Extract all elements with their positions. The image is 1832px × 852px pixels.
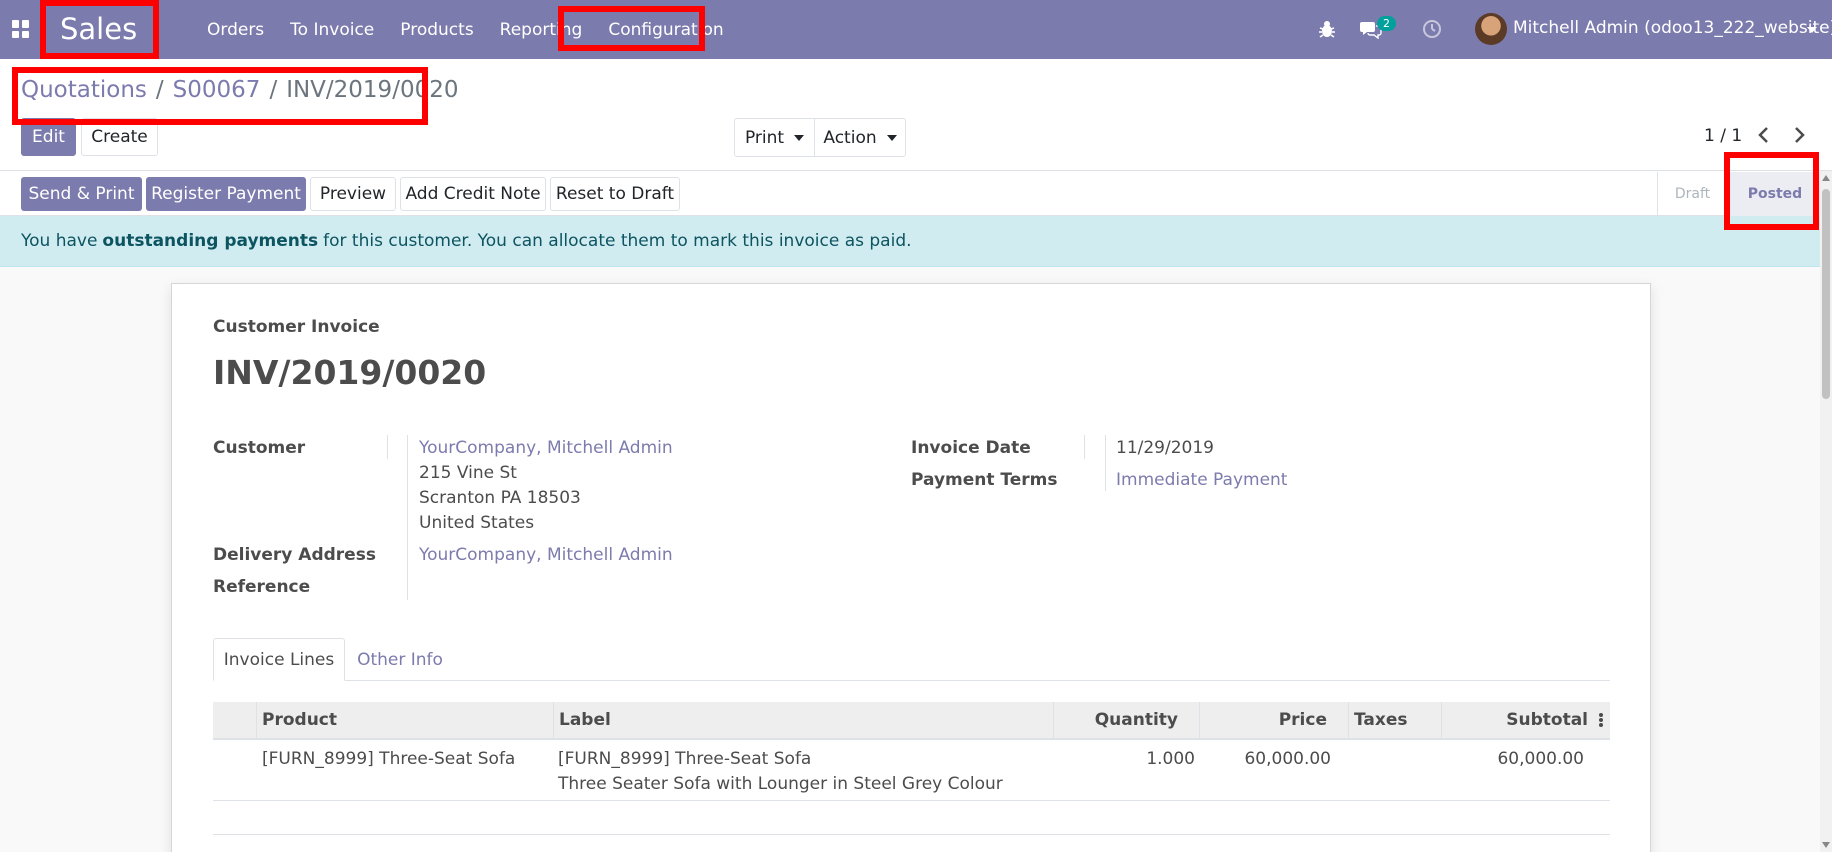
highlight-box-breadcrumb (12, 67, 428, 125)
menu-to-invoice[interactable]: To Invoice (290, 20, 374, 40)
column-separator (256, 702, 257, 738)
customer-link[interactable]: YourCompany, Mitchell Admin (419, 438, 673, 458)
line-label[interactable]: [FURN_8999] Three-Seat Sofa (558, 749, 811, 769)
highlight-box-posted-status (1724, 152, 1819, 230)
customer-address-line: 215 Vine St (419, 463, 517, 483)
delivery-address-link[interactable]: YourCompany, Mitchell Admin (419, 545, 673, 565)
scroll-up-arrow-icon[interactable] (1822, 175, 1830, 181)
field-separator (407, 435, 408, 600)
menu-orders[interactable]: Orders (207, 20, 264, 40)
activity-clock-icon[interactable] (1422, 19, 1442, 39)
field-separator (387, 435, 388, 459)
line-quantity[interactable]: 1.000 (1053, 749, 1195, 769)
column-header-price[interactable]: Price (1199, 702, 1327, 738)
customer-label: Customer (213, 438, 306, 458)
row-divider (213, 834, 1610, 835)
invoice-date-value[interactable]: 11/29/2019 (1116, 438, 1214, 458)
highlight-box-configuration (558, 6, 705, 51)
user-menu-caret-icon[interactable] (1807, 27, 1817, 33)
page-scrollbar[interactable] (1820, 171, 1832, 852)
apps-menu-icon[interactable] (12, 20, 30, 38)
payment-terms-label: Payment Terms (911, 470, 1058, 490)
column-header-label[interactable]: Label (559, 702, 611, 738)
print-label: Print (744, 127, 785, 148)
row-divider (213, 800, 1610, 801)
column-header-taxes[interactable]: Taxes (1354, 702, 1408, 738)
register-payment-button[interactable]: Register Payment (146, 177, 306, 211)
column-header-product[interactable]: Product (262, 702, 337, 738)
column-separator (553, 702, 554, 738)
alert-prefix: You have (21, 231, 98, 251)
field-separator (1105, 435, 1106, 491)
pager-value[interactable]: 1 / 1 (1704, 126, 1742, 146)
alert-suffix: for this customer. You can allocate them… (323, 231, 912, 251)
add-credit-note-button[interactable]: Add Credit Note (400, 177, 546, 211)
column-header-quantity[interactable]: Quantity (1053, 702, 1178, 738)
field-separator (1084, 435, 1085, 459)
line-subtotal[interactable]: 60,000.00 (1441, 749, 1584, 769)
menu-products[interactable]: Products (400, 20, 473, 40)
invoice-number-title: INV/2019/0020 (213, 353, 487, 392)
action-label: Action (823, 127, 877, 148)
payment-terms-link[interactable]: Immediate Payment (1116, 470, 1287, 490)
customer-address-line: Scranton PA 18503 (419, 488, 581, 508)
preview-button[interactable]: Preview (310, 177, 396, 211)
top-navbar: Sales Orders To Invoice Products Reporti… (0, 0, 1832, 59)
highlight-box-app-name (40, 0, 159, 59)
line-label-note[interactable]: Three Seater Sofa with Lounger in Steel … (558, 774, 1003, 794)
outstanding-payments-alert: You have outstanding payments for this c… (0, 216, 1820, 267)
invoice-form-sheet: Customer Invoice INV/2019/0020 Customer … (171, 283, 1651, 852)
send-print-button[interactable]: Send & Print (21, 177, 142, 211)
print-dropdown-button[interactable]: Print (734, 118, 815, 157)
user-menu-name[interactable]: Mitchell Admin (odoo13_222_website) (1513, 18, 1832, 38)
line-price[interactable]: 60,000.00 (1199, 749, 1331, 769)
invoice-type-label: Customer Invoice (213, 317, 380, 337)
optional-columns-kebab-icon[interactable] (1599, 713, 1603, 727)
scroll-down-arrow-icon[interactable] (1822, 842, 1830, 848)
status-stage-draft[interactable]: Draft (1657, 172, 1727, 216)
debug-bug-icon[interactable] (1318, 19, 1336, 39)
pager-next-icon[interactable] (1789, 125, 1809, 145)
invoice-date-label: Invoice Date (911, 438, 1031, 458)
tab-other-info[interactable]: Other Info (345, 638, 455, 681)
chat-count-badge: 2 (1377, 16, 1396, 31)
column-separator (1348, 702, 1349, 738)
user-avatar[interactable] (1475, 13, 1507, 45)
line-product[interactable]: [FURN_8999] Three-Seat Sofa (262, 749, 515, 769)
scrollbar-thumb[interactable] (1822, 189, 1830, 399)
reset-to-draft-button[interactable]: Reset to Draft (550, 177, 680, 211)
tab-invoice-lines[interactable]: Invoice Lines (213, 638, 345, 681)
print-caret-icon (794, 134, 805, 141)
pager-previous-icon[interactable] (1754, 125, 1774, 145)
delivery-address-label: Delivery Address (213, 545, 376, 565)
reference-label: Reference (213, 577, 311, 597)
action-dropdown-button[interactable]: Action (814, 118, 906, 157)
invoice-lines-header: Product Label Quantity Price Taxes Subto… (213, 702, 1610, 740)
alert-bold-text: outstanding payments (102, 231, 319, 251)
column-header-subtotal[interactable]: Subtotal (1441, 702, 1588, 738)
customer-address-line: United States (419, 513, 535, 533)
action-caret-icon (886, 134, 897, 141)
